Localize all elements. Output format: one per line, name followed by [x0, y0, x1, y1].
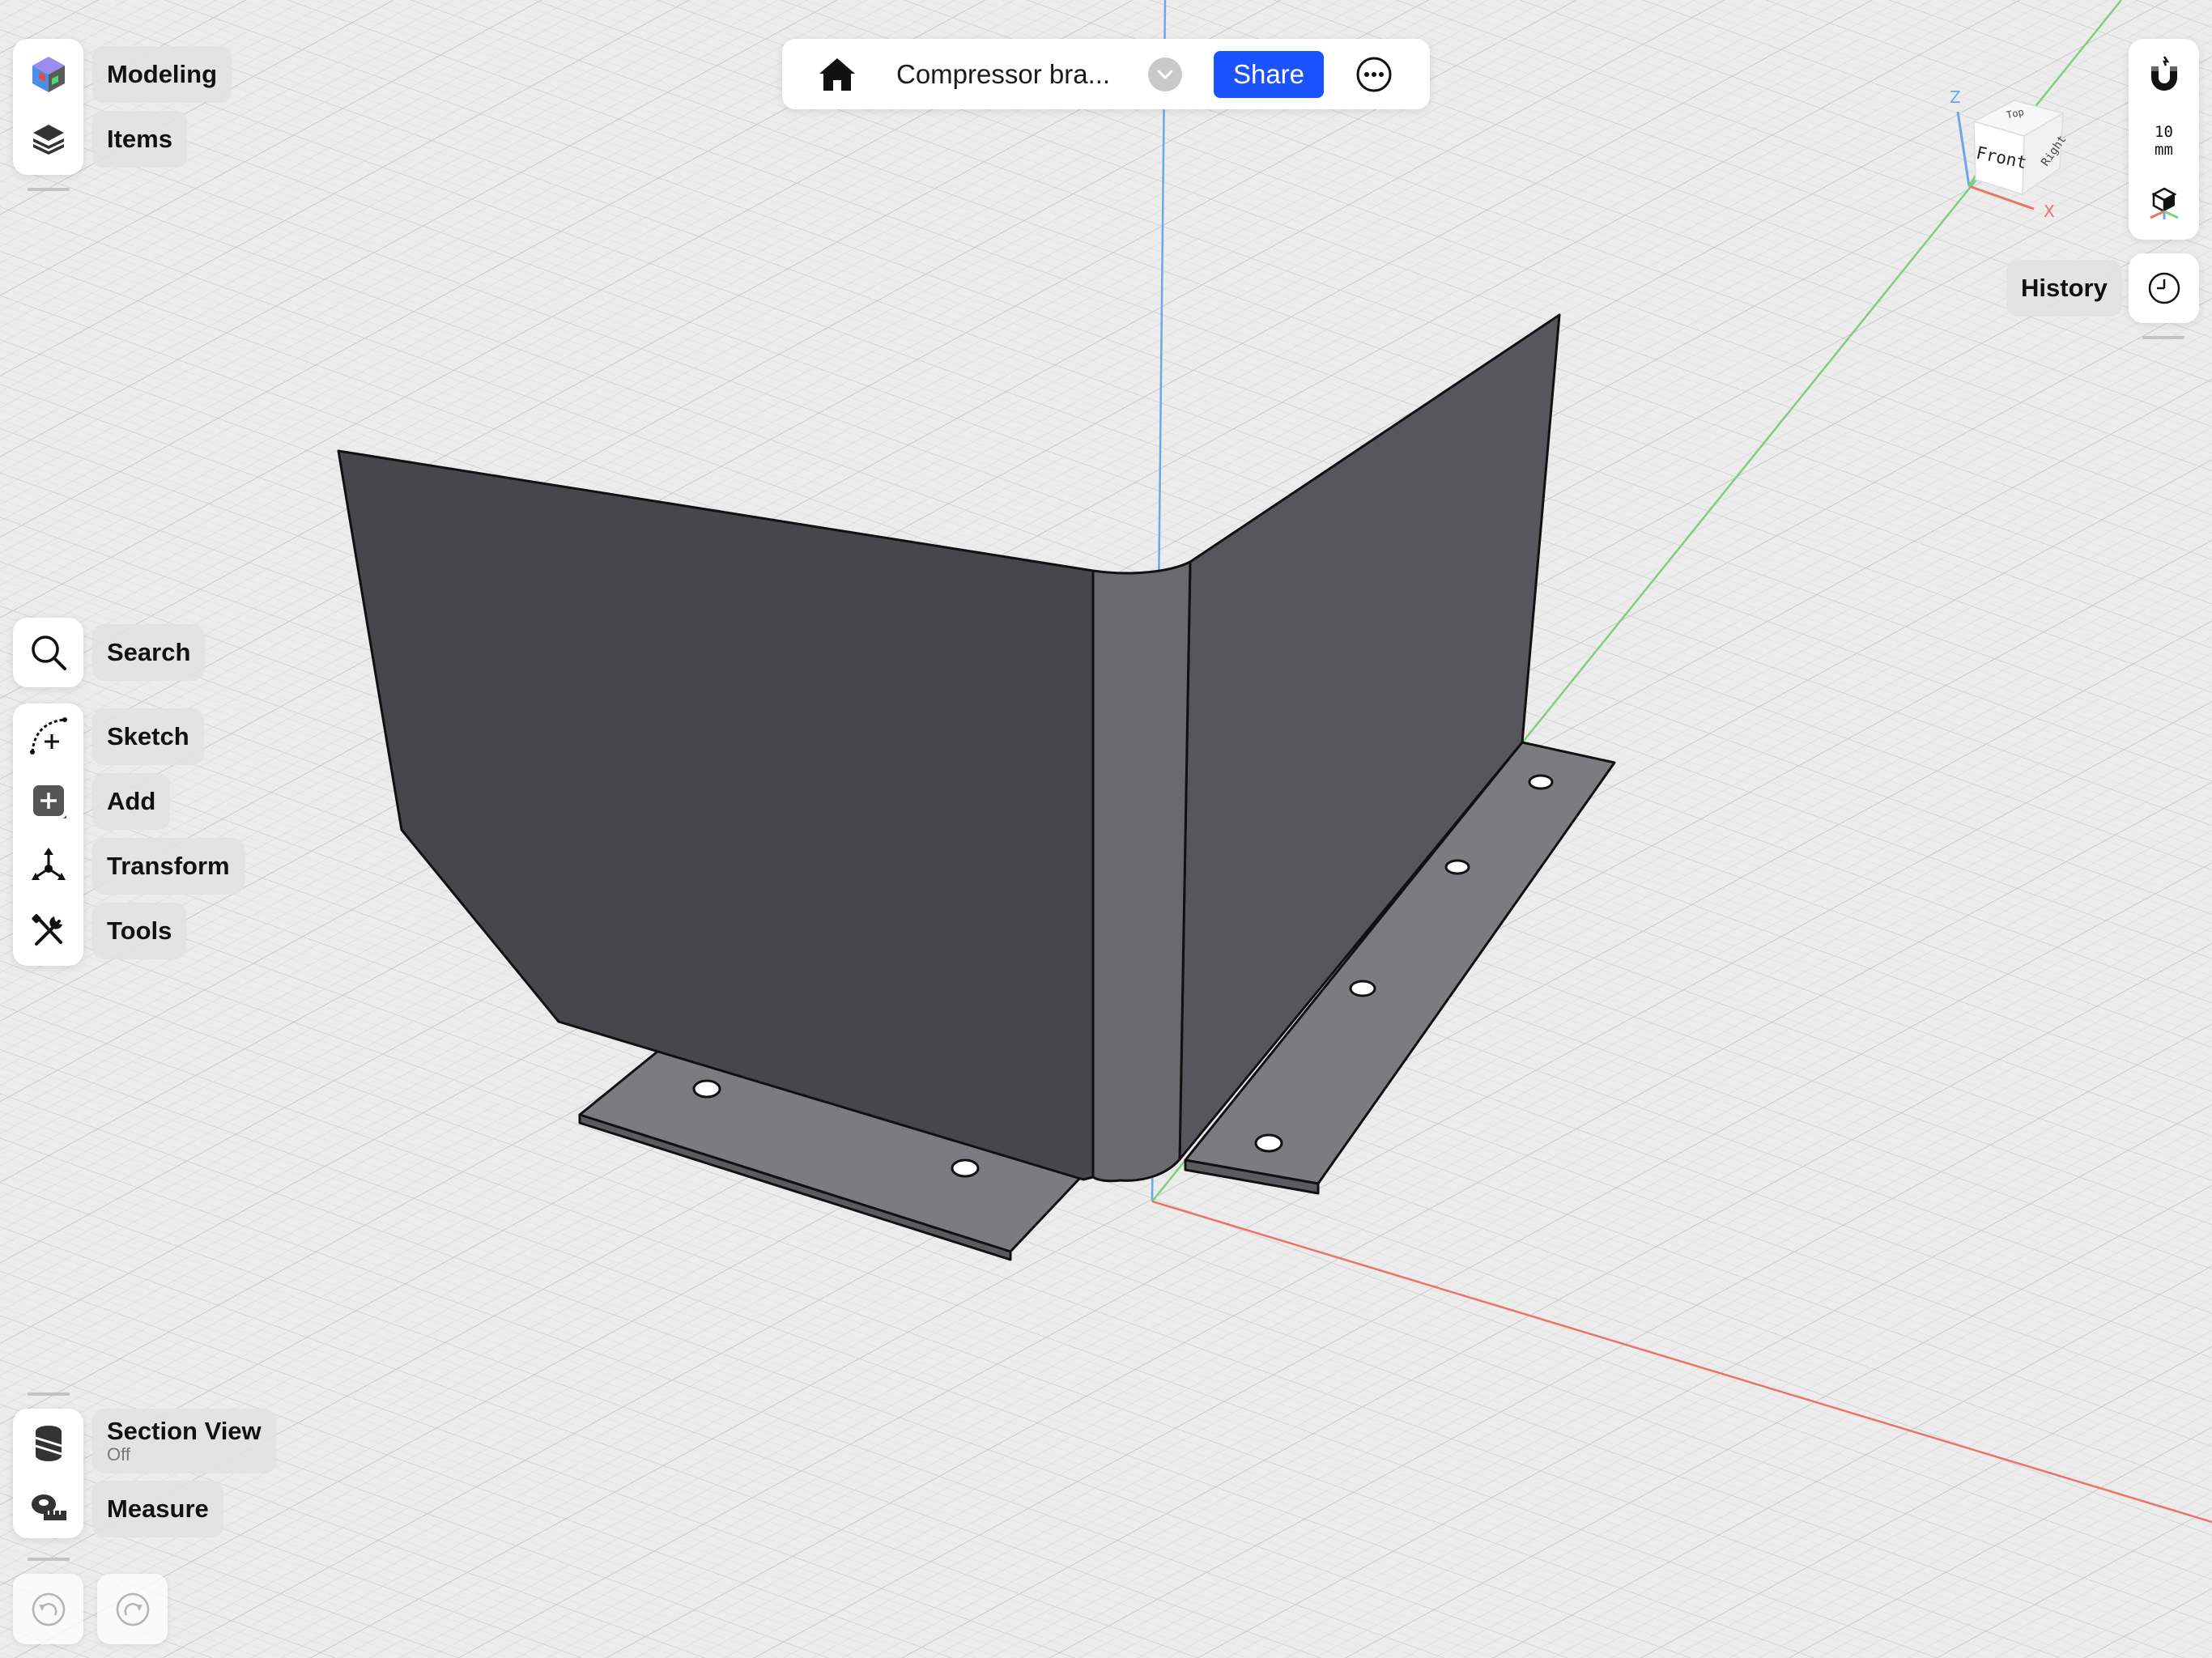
section-view-label[interactable]: Section View Off [92, 1409, 276, 1473]
more-options-button[interactable] [1355, 55, 1393, 94]
panel-divider [28, 1558, 70, 1561]
redo-icon [116, 1592, 149, 1626]
tools-panel [13, 704, 83, 966]
transform-button[interactable] [13, 833, 83, 898]
measure-label[interactable]: Measure [92, 1481, 223, 1537]
history-clock-icon [2148, 272, 2180, 304]
history-label[interactable]: History [2006, 260, 2122, 317]
search-panel [13, 618, 83, 687]
history-button[interactable] [2129, 256, 2199, 321]
panel-divider [28, 188, 70, 191]
inspect-panel [13, 1409, 83, 1538]
history-panel [2129, 253, 2199, 323]
modeling-label[interactable]: Modeling [92, 46, 232, 103]
snap-button[interactable] [2129, 42, 2199, 107]
3d-viewport[interactable]: Z X Front Right Top [0, 0, 2212, 1658]
tools-icon [31, 914, 62, 946]
transform-icon [31, 848, 66, 880]
section-view-title: Section View [107, 1417, 262, 1445]
measure-icon [31, 1494, 66, 1520]
hole[interactable] [1349, 980, 1376, 997]
sketch-icon [29, 717, 67, 755]
units-button[interactable]: 10 mm [2129, 108, 2199, 173]
view-axes-button[interactable] [2129, 170, 2199, 235]
add-button[interactable] [13, 768, 83, 833]
undo-button[interactable] [13, 1574, 83, 1644]
transform-label[interactable]: Transform [92, 838, 245, 895]
chevron-down-icon [1157, 70, 1173, 80]
search-icon [31, 636, 66, 670]
section-view-button[interactable] [13, 1410, 83, 1475]
redo-button[interactable] [97, 1574, 168, 1644]
home-button[interactable] [815, 52, 860, 97]
home-icon [819, 58, 855, 91]
bend-radius[interactable] [1091, 560, 1192, 1183]
hole[interactable] [1528, 774, 1554, 790]
search-button[interactable] [13, 620, 83, 685]
measure-button[interactable] [13, 1475, 83, 1540]
units-unit: mm [2155, 141, 2173, 159]
hole[interactable] [1254, 1133, 1283, 1153]
panel-divider [2142, 336, 2184, 339]
units-value: 10 [2155, 123, 2173, 141]
units-display: 10 mm [2155, 123, 2173, 159]
hole[interactable] [692, 1079, 721, 1099]
tools-label[interactable]: Tools [92, 903, 187, 959]
hole[interactable] [951, 1158, 980, 1178]
modeling-cube-icon [32, 57, 65, 92]
document-title[interactable]: Compressor bra... [896, 39, 1110, 109]
section-view-icon [35, 1426, 62, 1461]
items-button[interactable] [13, 107, 83, 172]
search-label[interactable]: Search [92, 624, 206, 681]
snap-magnet-icon [2150, 56, 2177, 91]
tools-button[interactable] [13, 898, 83, 963]
share-button[interactable]: Share [1214, 51, 1324, 98]
document-menu-button[interactable] [1148, 57, 1182, 91]
add-icon [32, 785, 66, 818]
sketch-button[interactable] [13, 704, 83, 768]
modeling-button[interactable] [13, 42, 83, 107]
add-label[interactable]: Add [92, 773, 171, 830]
hole[interactable] [1444, 859, 1470, 875]
layers-icon [32, 125, 64, 155]
view-settings-panel: 10 mm [2129, 39, 2199, 240]
sketch-label[interactable]: Sketch [92, 708, 204, 765]
more-icon [1356, 57, 1392, 92]
section-view-state: Off [107, 1444, 130, 1465]
panel-divider [28, 1392, 70, 1396]
cube-axis-x-label: X [2044, 202, 2055, 221]
items-label[interactable]: Items [92, 111, 187, 168]
document-toolbar: Compressor bra... Share [782, 39, 1430, 109]
workspace-panel [13, 39, 83, 175]
view-axes-icon [2149, 187, 2179, 219]
undo-icon [32, 1592, 65, 1626]
cube-axis-z-label: Z [1950, 87, 1961, 107]
